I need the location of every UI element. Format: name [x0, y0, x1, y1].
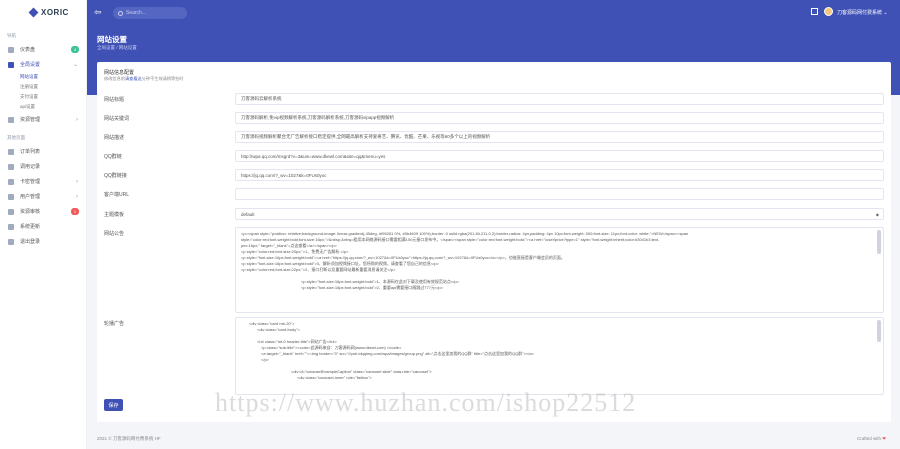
sidebar-item-label: 用户管理 — [20, 194, 41, 200]
order-icon — [8, 148, 14, 155]
card-desc-suffix: 分钟不生效请稍等些时 — [141, 76, 184, 81]
breadcrumb[interactable]: 全局设置 / 网站设置 — [97, 45, 137, 51]
sidebar-item-label: 系统更新 — [20, 224, 41, 230]
ad-scrollbar[interactable] — [877, 320, 881, 342]
sidebar-item-label: 卡密管理 — [20, 179, 41, 185]
nav-section-main: 导航 — [7, 33, 16, 38]
theme-select-value: default — [241, 211, 255, 217]
theme-select[interactable]: default ◆ — [235, 208, 884, 220]
user-menu[interactable]: 刀客源码网付费系统 ⌄ — [837, 9, 888, 16]
dashboard-badge: 4 — [71, 46, 79, 53]
settings-icon — [8, 61, 14, 68]
logout-icon — [8, 238, 14, 245]
sidebar-item-logout[interactable]: 退出登录 — [0, 234, 86, 249]
chevron-down-icon: ⌄ — [72, 62, 78, 68]
keywords-input[interactable]: 刀客源码解析,免vip视频解析系统,刀客源码解析系统,刀客源码vipapp视频解… — [235, 112, 884, 124]
ad-textarea[interactable]: <div class="card mb-20"> <div class="car… — [235, 317, 884, 395]
sidebar-item-label: 全局设置 — [20, 62, 41, 68]
client-url-input[interactable] — [235, 188, 884, 200]
sidebar-item-update[interactable]: 系统更新 — [0, 219, 86, 234]
fullscreen-icon[interactable] — [811, 8, 818, 15]
sidebar-item-records[interactable]: 调用记录 — [0, 159, 86, 174]
logo[interactable]: XORIC — [0, 0, 86, 25]
card-icon — [8, 178, 14, 185]
card-description: 修改信息前请查看这分钟不生效请稍等些时 — [104, 76, 184, 82]
ad-line: <div class="carousel-inner" role="listbo… — [297, 375, 372, 380]
logo-text: XORIC — [41, 8, 69, 17]
qq-input[interactable]: http://wpa.qq.com/msgrd?v=3&uin=www.dkew… — [235, 150, 884, 162]
qq-group-input[interactable]: https://jq.qq.com/?_wv=1027&k=0FUs0yoc — [235, 169, 884, 181]
sidebar-item-users[interactable]: 用户管理 › — [0, 189, 86, 204]
record-icon — [8, 163, 14, 170]
footer-credit-text: Crafted with — [857, 436, 882, 441]
heart-icon: ❤ — [882, 436, 887, 441]
nav-section-other: 其他页面 — [7, 135, 25, 140]
sub-item-payment-settings[interactable]: 支付设置 — [0, 92, 86, 102]
notice-line: <p style="font-size:16px;font-weight:bol… — [301, 285, 443, 290]
logo-icon — [28, 7, 39, 18]
arrow-left-icon[interactable]: ⇦ — [94, 7, 102, 17]
site-title-label: 网站标题 — [104, 97, 125, 103]
sidebar-item-label: 退出登录 — [20, 239, 41, 245]
description-input[interactable]: 刀客源码视频解析聚合无广告解析接口稳定提供,全网最高解析支持爱奇艺、腾讯、优酷、… — [235, 131, 884, 143]
sub-item-api-settings[interactable]: api设置 — [0, 102, 86, 112]
sidebar-item-label: 资源管理 — [20, 117, 41, 123]
sidebar-item-label: 订单列表 — [20, 149, 41, 155]
user-name: 刀客源码网付费系统 — [837, 10, 883, 16]
chevron-right-icon: › — [76, 193, 78, 200]
sub-item-register-settings[interactable]: 注册设置 — [0, 82, 86, 92]
footer-credit: Crafted with ❤ — [857, 436, 886, 442]
folder-icon — [8, 116, 14, 123]
site-title-input[interactable]: 刀客源码云解析系统 — [235, 93, 884, 105]
select-arrow-icon: ◆ — [875, 212, 879, 217]
qq-label: QQ群链 — [104, 154, 122, 160]
watermark: https://www.huzhan.com/ishop22512 — [215, 388, 637, 417]
qq-group-label: QQ群链接 — [104, 173, 127, 179]
save-button[interactable]: 保存 — [104, 399, 123, 411]
user-icon — [8, 193, 14, 200]
chevron-down-icon: ⌄ — [883, 10, 888, 16]
sidebar-item-resources[interactable]: 资源管理 › — [0, 112, 86, 127]
audit-badge: 1 — [71, 208, 79, 215]
notice-scrollbar[interactable] — [877, 230, 881, 254]
sidebar-item-cards[interactable]: 卡密管理 › — [0, 174, 86, 189]
sidebar-item-dashboard[interactable]: 仪表盘 4 — [0, 42, 86, 57]
footer-copyright: 2021 © 刀客源码网付费系统 HF — [97, 436, 161, 441]
audit-icon — [8, 208, 14, 215]
ad-label: 轮播广告 — [104, 321, 125, 327]
sidebar: XORIC 导航 仪表盘 4 全局设置 ⌄ 网站设置 注册设置 支付设置 api设置… — [0, 0, 87, 449]
sidebar-item-label: 仪表盘 — [20, 47, 36, 53]
sub-item-site-settings[interactable]: 网站设置 — [0, 72, 86, 82]
search-input[interactable] — [126, 10, 184, 16]
chevron-right-icon: › — [76, 178, 78, 185]
search-box — [113, 7, 187, 19]
dashboard-icon — [8, 46, 14, 53]
sidebar-item-orders[interactable]: 订单列表 — [0, 144, 86, 159]
keywords-label: 网站关键词 — [104, 116, 130, 122]
topbar: ⇦ 刀客源码网付费系统 ⌄ — [87, 0, 900, 25]
card-desc-link[interactable]: 请查看这 — [125, 76, 142, 81]
avatar[interactable] — [824, 7, 833, 16]
settings-card: 网站信息配置 修改信息前请查看这分钟不生效请稍等些时 网站标题 刀客源码云解析系… — [97, 62, 891, 422]
chevron-right-icon: › — [76, 116, 78, 123]
notice-label: 网站公告 — [104, 231, 125, 237]
theme-label: 主题模板 — [104, 212, 125, 218]
sidebar-item-label: 调用记录 — [20, 164, 41, 170]
description-label: 网站描述 — [104, 135, 125, 141]
page-title: 网站设置 — [97, 35, 127, 44]
card-title: 网站信息配置 — [104, 70, 135, 76]
notice-textarea[interactable]: <p><span style="position: relative;backg… — [235, 227, 884, 313]
update-icon — [8, 223, 14, 230]
client-url-label: 客户端URL — [104, 192, 130, 198]
sidebar-item-label: 资源审核 — [20, 209, 41, 215]
sidebar-item-global-settings[interactable]: 全局设置 ⌄ — [0, 57, 86, 72]
search-icon — [118, 10, 123, 16]
sidebar-item-audit[interactable]: 资源审核 1 — [0, 204, 86, 219]
card-desc-prefix: 修改信息前 — [104, 76, 125, 81]
